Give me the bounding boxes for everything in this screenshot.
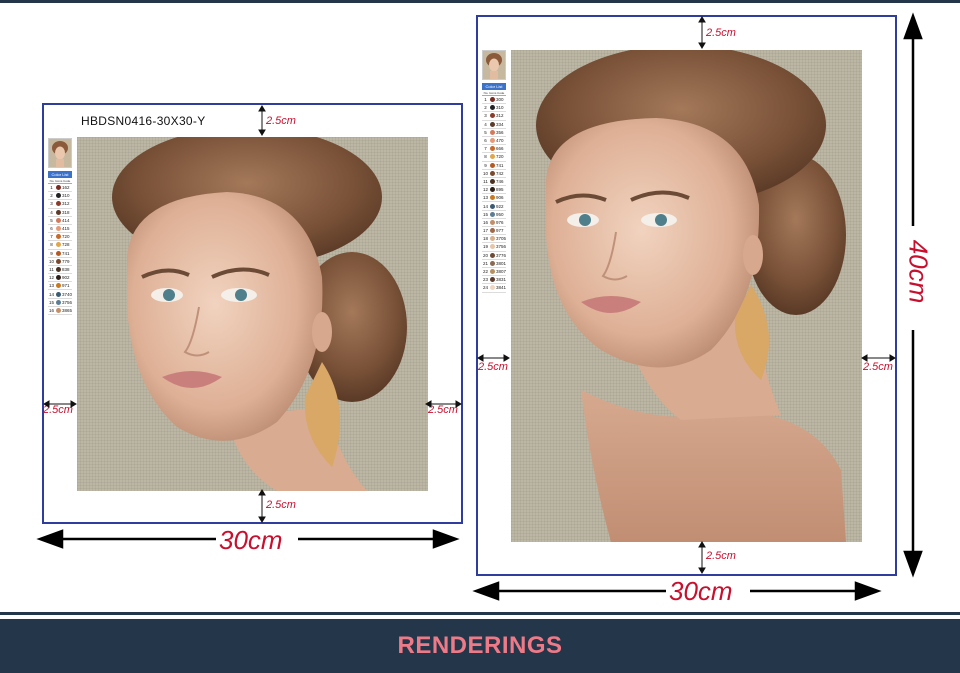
dimension-arrows — [36, 12, 923, 601]
renderings-banner: RENDERINGS — [0, 619, 960, 673]
banner-title: RENDERINGS — [397, 632, 563, 659]
banner-stripe — [0, 612, 960, 615]
